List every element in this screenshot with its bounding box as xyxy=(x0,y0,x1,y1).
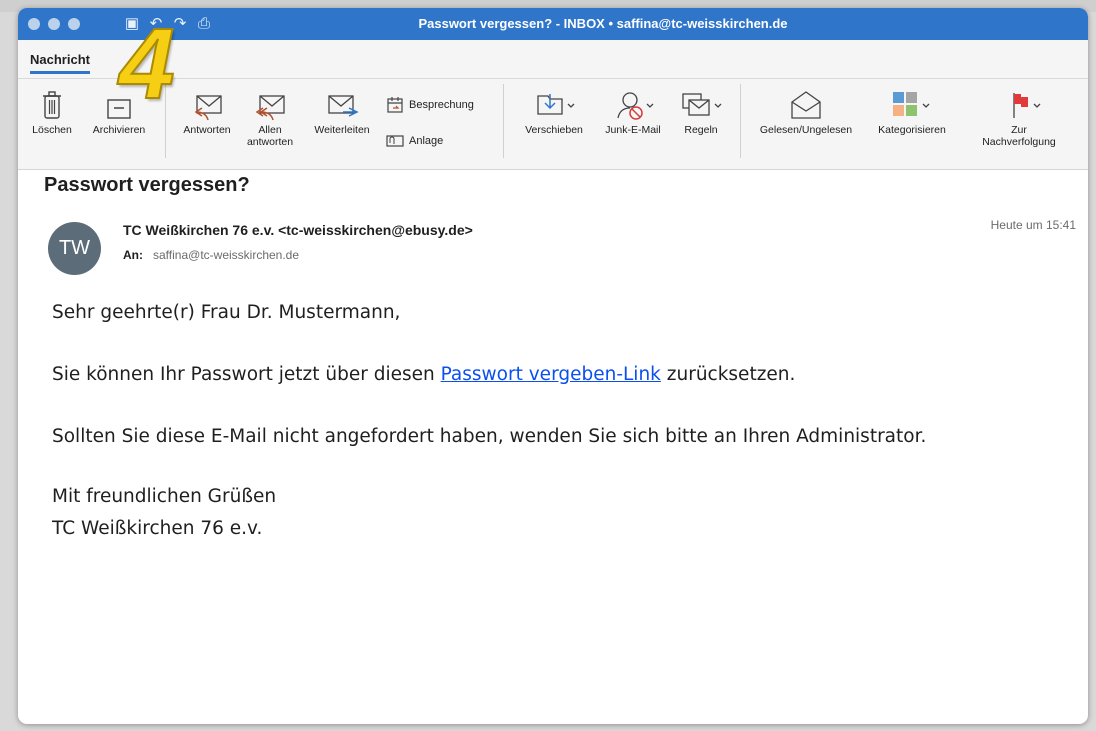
sender-address[interactable]: TC Weißkirchen 76 e.v. <tc-weisskirchen@… xyxy=(123,222,473,238)
forward-icon xyxy=(328,95,359,117)
line1-text-before: Sie können Ihr Passwort jetzt über diese… xyxy=(52,364,441,385)
received-date: Heute um 15:41 xyxy=(990,218,1076,232)
email-line-1: Sie können Ihr Passwort jetzt über diese… xyxy=(52,364,795,385)
meeting-label: Besprechung xyxy=(409,99,474,111)
email-greeting: Sehr geehrte(r) Frau Dr. Mustermann, xyxy=(52,302,401,323)
junk-button[interactable]: Junk-E-Mail xyxy=(598,88,668,136)
recipient-label: An: xyxy=(123,248,143,262)
email-subject: Passwort vergessen? xyxy=(44,174,250,196)
envelope-open-icon xyxy=(791,91,821,119)
avatar[interactable]: TW xyxy=(48,222,101,275)
rules-button[interactable]: Regeln xyxy=(672,88,730,136)
attachment-label: Anlage xyxy=(409,135,444,147)
forward-label: Weiterleiten xyxy=(314,124,370,136)
ribbon-separator xyxy=(740,84,741,158)
recipient-row: An: saffina@tc-weisskirchen.de xyxy=(123,248,299,262)
categories-icon xyxy=(893,92,930,116)
junk-label: Junk-E-Mail xyxy=(605,124,661,136)
move-icon xyxy=(537,94,575,115)
reply-all-icon xyxy=(255,95,285,121)
line1-text-after: zurücksetzen. xyxy=(660,364,796,385)
ribbon-divider xyxy=(18,78,1088,79)
email-signature: TC Weißkirchen 76 e.v. xyxy=(52,518,263,539)
title-bar: ▣ ↶ ↷ ⎙ Passwort vergessen? - INBOX • sa… xyxy=(18,8,1088,40)
read-unread-button[interactable]: Gelesen/Ungelesen xyxy=(751,88,861,136)
password-reset-link[interactable]: Passwort vergeben-Link xyxy=(441,364,661,385)
delete-label: Löschen xyxy=(32,124,72,136)
forward-button[interactable]: Weiterleiten xyxy=(306,88,378,136)
archive-label: Archivieren xyxy=(92,124,146,136)
delete-button[interactable]: Löschen xyxy=(30,88,74,136)
step-number-annotation: 4 xyxy=(118,8,176,120)
categorize-label: Kategorisieren xyxy=(878,124,946,136)
ribbon: Nachricht Löschen Archivieren Antworten … xyxy=(18,40,1088,170)
meeting-button[interactable]: Besprechung xyxy=(386,96,474,114)
flag-icon xyxy=(1013,93,1041,118)
followup-label-2: Nachverfolgung xyxy=(982,136,1056,148)
junk-icon xyxy=(617,92,654,120)
read-unread-label: Gelesen/Ungelesen xyxy=(759,124,853,136)
recipient-address[interactable]: saffina@tc-weisskirchen.de xyxy=(153,248,299,262)
reply-button[interactable]: Antworten xyxy=(176,88,238,136)
reply-label: Antworten xyxy=(183,124,231,136)
attachment-button[interactable]: Anlage xyxy=(386,134,443,148)
message-window: ▣ ↶ ↷ ⎙ Passwort vergessen? - INBOX • sa… xyxy=(18,8,1088,724)
categorize-button[interactable]: Kategorisieren xyxy=(870,88,954,136)
window-title: Passwort vergessen? - INBOX • saffina@tc… xyxy=(418,16,788,31)
move-button[interactable]: Verschieben xyxy=(514,88,594,136)
reply-all-label-2: antworten xyxy=(246,136,294,148)
email-line-2: Sollten Sie diese E-Mail nicht angeforde… xyxy=(52,426,927,447)
calendar-icon xyxy=(387,97,403,113)
trash-icon xyxy=(43,91,61,119)
reply-all-button[interactable]: Allen antworten xyxy=(242,88,298,148)
ribbon-separator xyxy=(503,84,504,158)
reply-all-label-1: Allen xyxy=(258,124,282,136)
rules-label: Regeln xyxy=(684,124,718,136)
email-closing: Mit freundlichen Grüßen xyxy=(52,486,277,507)
followup-label-1: Zur xyxy=(1011,124,1027,136)
move-label: Verschieben xyxy=(525,124,583,136)
reply-icon xyxy=(194,95,222,121)
followup-button[interactable]: Zur Nachverfolgung xyxy=(964,88,1074,148)
rules-icon xyxy=(682,93,722,116)
attachment-icon xyxy=(386,135,404,147)
tab-message[interactable]: Nachricht xyxy=(30,52,90,74)
